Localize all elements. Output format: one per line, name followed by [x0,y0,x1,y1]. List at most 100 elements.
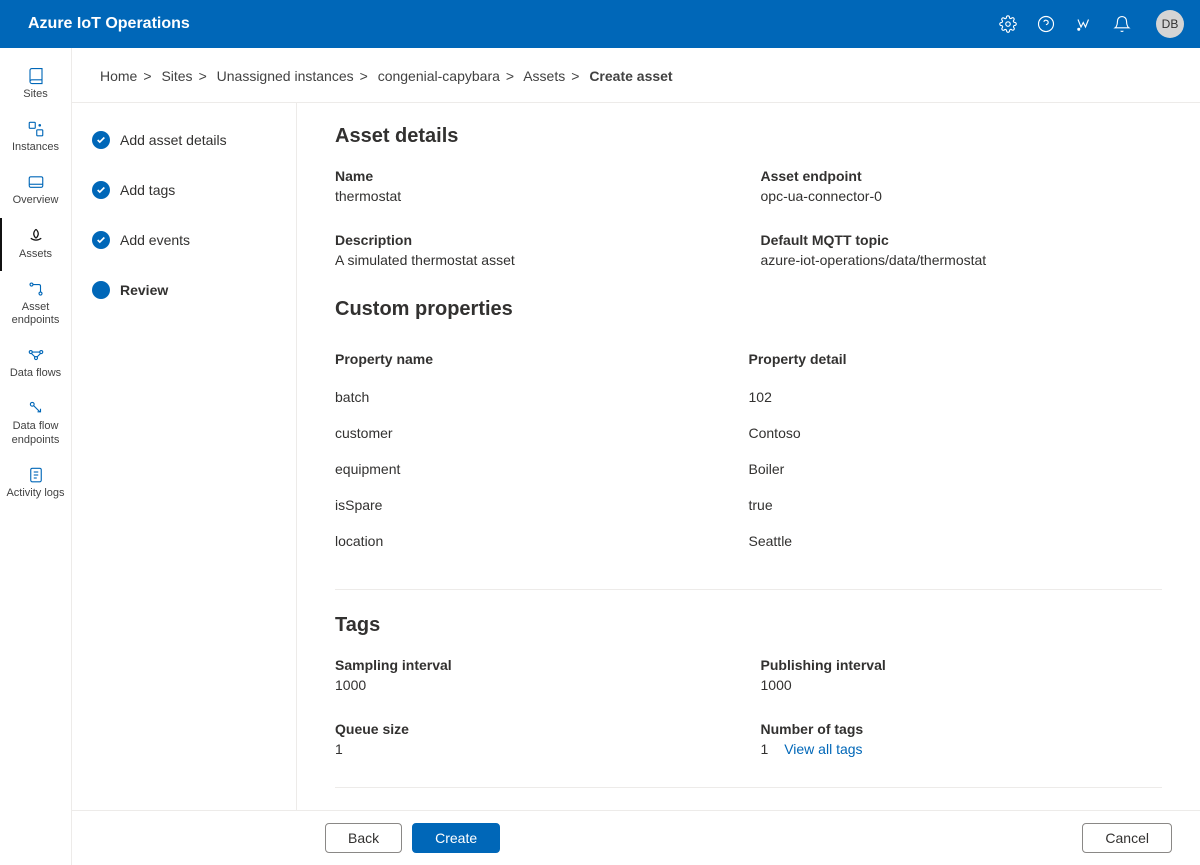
wizard-step-label: Add asset details [120,132,227,148]
property-row: location Seattle [335,523,1162,559]
property-name: customer [335,425,749,441]
main: Home> Sites> Unassigned instances> conge… [72,48,1200,865]
sidebar-item-label: Asset endpoints [4,301,67,327]
breadcrumb-link[interactable]: Assets [523,68,565,84]
name-value: thermostat [335,188,737,204]
sidebar-item-dataflow-endpoints[interactable]: Data flow endpoints [0,390,71,456]
description-label: Description [335,232,737,248]
create-button[interactable]: Create [412,823,500,853]
wizard-step-asset-details[interactable]: Add asset details [92,131,276,149]
name-label: Name [335,168,737,184]
activity-logs-icon [26,465,46,485]
property-detail: 102 [749,389,1163,405]
wizard-steps: Add asset details Add tags Add events Re… [72,103,297,810]
breadcrumb-current: Create asset [589,68,672,84]
sidebar-item-label: Data flows [10,367,61,380]
back-button[interactable]: Back [325,823,402,853]
queue-size-label: Queue size [335,721,737,737]
property-detail: Seattle [749,533,1163,549]
bottom-action-bar: Back Create Cancel [72,810,1200,865]
sidebar-item-label: Overview [13,194,59,207]
sidebar-item-instances[interactable]: Instances [0,111,71,164]
mqtt-topic-label: Default MQTT topic [761,232,1163,248]
sidebar-item-label: Activity logs [6,487,64,500]
number-of-tags-label: Number of tags [761,721,1163,737]
settings-icon[interactable] [998,14,1018,34]
section-heading-tags: Tags [335,614,1162,637]
mqtt-topic-value: azure-iot-operations/data/thermostat [761,252,1163,268]
section-heading-asset-details: Asset details [335,125,1162,148]
wizard-step-label: Review [120,282,168,298]
property-row: customer Contoso [335,415,1162,451]
breadcrumb-link[interactable]: congenial-capybara [378,68,500,84]
asset-endpoints-icon [26,279,46,299]
divider [335,589,1162,590]
app-header: Azure IoT Operations DB [0,0,1200,48]
property-row: equipment Boiler [335,451,1162,487]
property-name: equipment [335,461,749,477]
property-detail: true [749,497,1163,513]
overview-icon [26,172,46,192]
wizard-step-add-tags[interactable]: Add tags [92,181,276,199]
help-icon[interactable] [1036,14,1056,34]
property-name: batch [335,389,749,405]
sidebar-item-activity-logs[interactable]: Activity logs [0,457,71,510]
checkmark-icon [92,181,110,199]
sidebar-item-sites[interactable]: Sites [0,58,71,111]
property-row: isSpare true [335,487,1162,523]
sidebar-item-dataflows[interactable]: Data flows [0,337,71,390]
breadcrumb: Home> Sites> Unassigned instances> conge… [72,48,1200,103]
feedback-icon[interactable] [1074,14,1094,34]
breadcrumb-link[interactable]: Sites [161,68,192,84]
property-detail: Contoso [749,425,1163,441]
sidebar-item-overview[interactable]: Overview [0,164,71,217]
sites-icon [26,66,46,86]
asset-endpoint-label: Asset endpoint [761,168,1163,184]
property-detail: Boiler [749,461,1163,477]
publishing-interval-value: 1000 [761,677,1163,693]
column-header-property-detail: Property detail [749,351,1163,367]
sidebar-item-label: Assets [19,248,52,261]
sampling-interval-label: Sampling interval [335,657,737,673]
section-heading-custom-properties: Custom properties [335,298,1162,321]
publishing-interval-label: Publishing interval [761,657,1163,673]
sidebar-item-label: Sites [23,88,47,101]
sidebar-item-assets[interactable]: Assets [0,218,71,271]
wizard-step-review[interactable]: Review [92,281,276,299]
queue-size-value: 1 [335,741,737,757]
header-actions: DB [998,10,1184,38]
instances-icon [26,119,46,139]
wizard-step-add-events[interactable]: Add events [92,231,276,249]
checkmark-icon [92,231,110,249]
app-title: Azure IoT Operations [28,15,998,33]
wizard-step-label: Add tags [120,182,175,198]
column-header-property-name: Property name [335,351,749,367]
content-row: Add asset details Add tags Add events Re… [72,103,1200,810]
breadcrumb-link[interactable]: Unassigned instances [217,68,354,84]
property-name: isSpare [335,497,749,513]
user-avatar[interactable]: DB [1156,10,1184,38]
dataflow-endpoints-icon [26,398,46,418]
breadcrumb-link[interactable]: Home [100,68,137,84]
cancel-button[interactable]: Cancel [1082,823,1172,853]
sampling-interval-value: 1000 [335,677,737,693]
divider [335,787,1162,788]
sidebar-item-label: Data flow endpoints [4,420,67,446]
wizard-step-label: Add events [120,232,190,248]
sidebar: Sites Instances Overview Assets Asset en… [0,48,72,865]
dataflows-icon [26,345,46,365]
number-of-tags-value: 1 [761,741,769,757]
sidebar-item-label: Instances [12,141,59,154]
property-name: location [335,533,749,549]
body: Sites Instances Overview Assets Asset en… [0,48,1200,865]
notifications-icon[interactable] [1112,14,1132,34]
sidebar-item-asset-endpoints[interactable]: Asset endpoints [0,271,71,337]
custom-properties-table: Property name Property detail batch 102 … [335,341,1162,559]
current-step-icon [92,281,110,299]
property-row: batch 102 [335,379,1162,415]
review-panel: Asset details Name thermostat Asset endp… [297,103,1200,810]
description-value: A simulated thermostat asset [335,252,737,268]
view-all-tags-link[interactable]: View all tags [784,741,862,757]
asset-endpoint-value: opc-ua-connector-0 [761,188,1163,204]
checkmark-icon [92,131,110,149]
